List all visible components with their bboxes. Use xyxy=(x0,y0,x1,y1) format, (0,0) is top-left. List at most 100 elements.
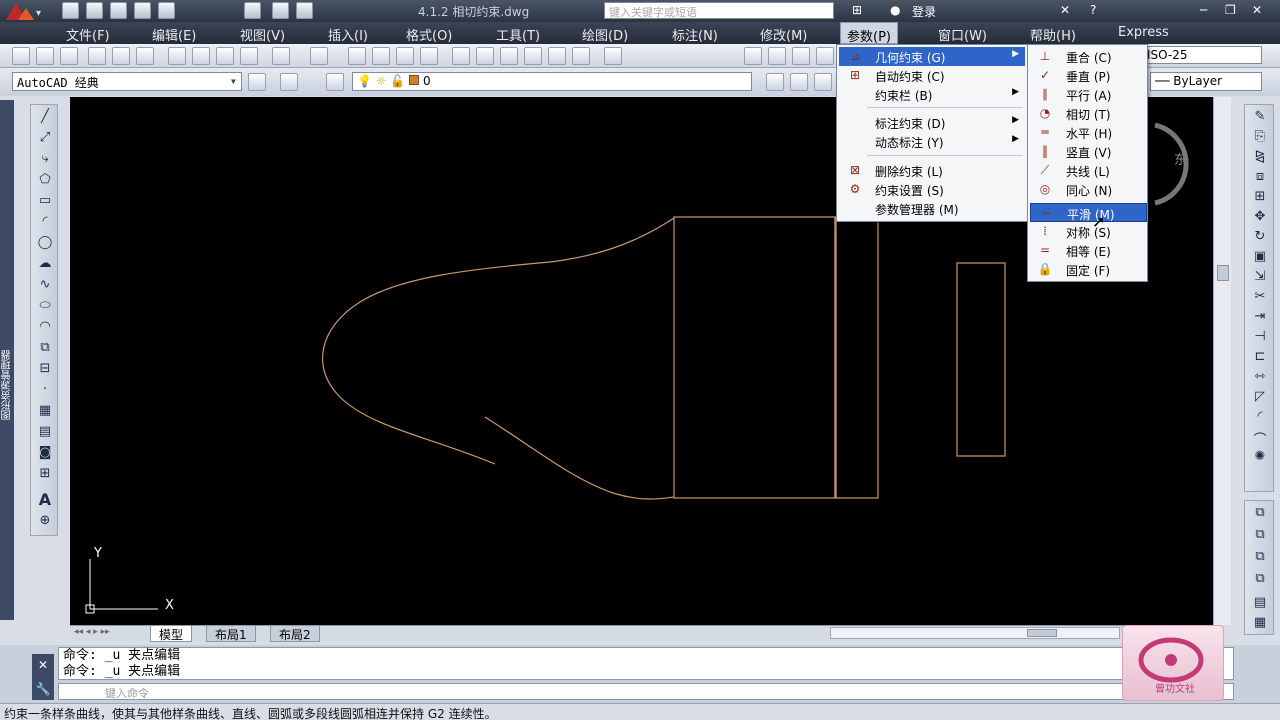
quickcalc-icon[interactable] xyxy=(572,47,590,65)
menu-item-delete-constraints[interactable]: ⊠ 删除约束 (L) xyxy=(839,161,1025,180)
menu-edit[interactable]: 编辑(E) xyxy=(152,25,196,44)
break-at-point-icon[interactable]: ⊣ xyxy=(1250,329,1270,346)
arc-icon[interactable]: ◜ xyxy=(35,214,55,231)
menu-tools[interactable]: 工具(T) xyxy=(496,25,540,44)
menu-item-vertical[interactable]: ‖ 竖直 (V) xyxy=(1030,142,1147,161)
dim-style-icon[interactable] xyxy=(768,47,786,65)
command-input[interactable]: 键入命令 xyxy=(58,683,1234,700)
open-icon[interactable] xyxy=(36,47,54,65)
extend-icon[interactable]: ⇥ xyxy=(1250,309,1270,326)
help-icon[interactable]: ? xyxy=(1090,3,1096,17)
menu-dimension[interactable]: 标注(N) xyxy=(672,25,718,44)
save-as-icon[interactable] xyxy=(134,2,151,19)
bring-to-front-icon[interactable]: ⧉ xyxy=(1250,505,1270,522)
add-selected-icon[interactable]: ⊕ xyxy=(35,513,55,530)
menu-item-smooth[interactable]: ∼ 平滑 (M) xyxy=(1030,203,1147,222)
stretch-icon[interactable]: ⇲ xyxy=(1250,269,1270,286)
paste-icon[interactable] xyxy=(216,47,234,65)
menu-item-constraint-bar[interactable]: 约束栏 (B) ▶ xyxy=(839,85,1025,104)
menu-item-constraint-settings[interactable]: ⚙ 约束设置 (S) xyxy=(839,180,1025,199)
copy-object-icon[interactable]: ⎘ xyxy=(1250,129,1270,146)
workspace-settings-icon[interactable] xyxy=(248,73,266,91)
linetype-select[interactable]: ── ByLayer xyxy=(1150,72,1262,91)
menu-window[interactable]: 窗口(W) xyxy=(938,25,987,44)
redo-tool-icon[interactable] xyxy=(310,47,328,65)
menu-item-horizontal[interactable]: ═ 水平 (H) xyxy=(1030,123,1147,142)
send-under-icon[interactable]: ⧉ xyxy=(1250,571,1270,588)
save-tool-icon[interactable] xyxy=(60,47,78,65)
cut-icon[interactable] xyxy=(168,47,186,65)
undo-tool-icon[interactable] xyxy=(272,47,290,65)
layer-properties-icon[interactable] xyxy=(326,73,344,91)
rectangle-icon[interactable]: ▭ xyxy=(35,193,55,210)
menu-item-auto-constrain[interactable]: ⊞ 自动约束 (C) xyxy=(839,66,1025,85)
hatch-to-back-icon[interactable]: ▦ xyxy=(1250,615,1270,632)
menu-item-coincident[interactable]: ⊥ 重合 (C) xyxy=(1030,47,1147,66)
plot-icon[interactable] xyxy=(158,2,175,19)
preview-icon[interactable] xyxy=(112,47,130,65)
bring-above-icon[interactable]: ⧉ xyxy=(1250,549,1270,566)
menu-draw[interactable]: 绘图(D) xyxy=(582,25,628,44)
help-tool-icon[interactable] xyxy=(604,47,622,65)
customize-wrench-icon[interactable]: 🔧 xyxy=(32,682,54,696)
zoom-realtime-icon[interactable] xyxy=(372,47,390,65)
gradient-icon[interactable]: ▤ xyxy=(35,424,55,441)
layer-state-icon[interactable] xyxy=(814,73,832,91)
menu-item-collinear[interactable]: ⟋ 共线 (L) xyxy=(1030,161,1147,180)
multiline-text-icon[interactable]: A xyxy=(35,490,55,509)
menu-item-concentric[interactable]: ◎ 同心 (N) xyxy=(1030,180,1147,199)
menu-express[interactable]: Express xyxy=(1118,25,1169,40)
menu-parametric[interactable]: 参数(P) xyxy=(840,22,898,45)
horizontal-scroll-thumb[interactable] xyxy=(1027,629,1057,637)
menu-view[interactable]: 视图(V) xyxy=(240,25,285,44)
redo-icon[interactable] xyxy=(296,2,313,19)
explode-icon[interactable]: ✺ xyxy=(1250,449,1270,466)
offset-icon[interactable]: ⧈ xyxy=(1250,169,1270,186)
construction-line-icon[interactable]: ⤢ xyxy=(35,130,55,147)
table-style-icon[interactable] xyxy=(792,47,810,65)
menu-item-dynamic-dimensions[interactable]: 动态标注 (Y) ▶ xyxy=(839,132,1025,151)
workspace-select[interactable]: AutoCAD 经典 ▾ xyxy=(12,72,242,91)
command-panel-handle[interactable]: ✕ 🔧 xyxy=(32,654,54,700)
polygon-icon[interactable]: ⬠ xyxy=(35,172,55,189)
make-block-icon[interactable]: ⊟ xyxy=(35,361,55,378)
spline-icon[interactable]: ∿ xyxy=(35,277,55,294)
array-icon[interactable]: ⊞ xyxy=(1250,189,1270,206)
plot-tool-icon[interactable] xyxy=(88,47,106,65)
make-current-icon[interactable] xyxy=(766,73,784,91)
text-style-icon[interactable] xyxy=(744,47,762,65)
circle-icon[interactable]: ◯ xyxy=(35,235,55,252)
blend-curves-icon[interactable]: ⌒ xyxy=(1250,429,1270,448)
multileader-style-icon[interactable] xyxy=(816,47,834,65)
rotate-icon[interactable]: ↻ xyxy=(1250,229,1270,246)
layer-previous-icon[interactable] xyxy=(790,73,808,91)
save-icon[interactable] xyxy=(110,2,127,19)
minimize-icon[interactable]: ─ xyxy=(1200,3,1207,17)
menu-format[interactable]: 格式(O) xyxy=(406,25,452,44)
workspace-toolbar-icon[interactable] xyxy=(280,73,298,91)
erase-icon[interactable]: ✎ xyxy=(1250,109,1270,126)
close-command-icon[interactable]: ✕ xyxy=(32,658,54,672)
tab-nav-arrows-icon[interactable]: ◂◂ ◂ ▸ ▸▸ xyxy=(74,627,110,637)
markup-icon[interactable] xyxy=(548,47,566,65)
tab-layout2[interactable]: 布局2 xyxy=(270,626,320,642)
user-icon[interactable]: ● xyxy=(890,3,900,17)
application-menu-button[interactable]: ▾ xyxy=(0,0,46,22)
revision-cloud-icon[interactable]: ☁ xyxy=(35,256,55,273)
tool-palettes-icon[interactable] xyxy=(500,47,518,65)
join-icon[interactable]: ⇿ xyxy=(1250,369,1270,386)
menu-item-tangent[interactable]: ◔ 相切 (T) xyxy=(1030,104,1147,123)
menu-insert[interactable]: 插入(I) xyxy=(328,25,368,44)
print-icon[interactable] xyxy=(244,2,261,19)
menu-item-symmetric[interactable]: ⁞ 对称 (S) xyxy=(1030,222,1147,241)
chamfer-icon[interactable]: ◸ xyxy=(1250,389,1270,406)
mirror-icon[interactable]: ⧎ xyxy=(1250,149,1270,166)
menu-item-perpendicular[interactable]: ✓ 垂直 (P) xyxy=(1030,66,1147,85)
copy-icon[interactable] xyxy=(192,47,210,65)
design-center-icon[interactable] xyxy=(476,47,494,65)
dimstyle-select[interactable]: ISO-25 xyxy=(1142,46,1262,64)
trim-icon[interactable]: ✂ xyxy=(1250,289,1270,306)
insert-block-icon[interactable]: ⧉ xyxy=(35,340,55,357)
menu-file[interactable]: 文件(F) xyxy=(66,25,110,44)
properties-icon[interactable] xyxy=(452,47,470,65)
